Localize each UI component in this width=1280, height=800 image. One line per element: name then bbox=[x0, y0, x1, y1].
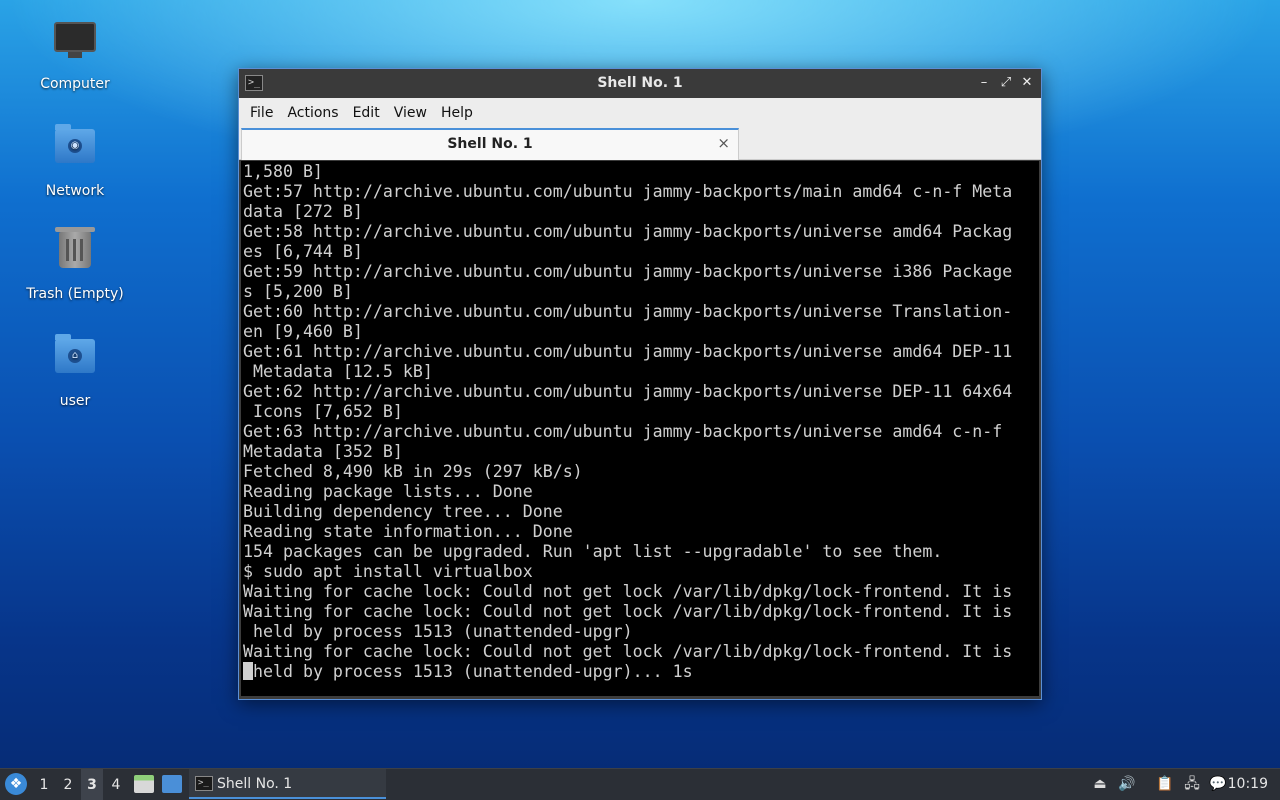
terminal-last-line: held by process 1513 (unattended-upgr)..… bbox=[253, 662, 693, 681]
tab-shell-1[interactable]: Shell No. 1 × bbox=[241, 128, 739, 160]
tab-label: Shell No. 1 bbox=[447, 136, 533, 152]
minimize-button[interactable]: – bbox=[976, 74, 992, 92]
tab-bar: Shell No. 1 × bbox=[239, 128, 1041, 160]
maximize-button[interactable]: ⤢ bbox=[998, 74, 1014, 92]
network-folder-icon: ◉ bbox=[51, 124, 99, 177]
desktop-icon-computer[interactable]: Computer bbox=[15, 16, 135, 92]
workspace-4[interactable]: 4 bbox=[105, 769, 127, 800]
menu-help[interactable]: Help bbox=[434, 105, 480, 121]
terminal-window: >_ Shell No. 1 – ⤢ ✕ File Actions Edit V… bbox=[238, 68, 1042, 700]
menu-file[interactable]: File bbox=[243, 105, 280, 121]
desktop-icon-trash[interactable]: Trash (Empty) bbox=[15, 226, 135, 302]
terminal-current-line: held by process 1513 (unattended-upgr)..… bbox=[243, 662, 1039, 682]
tray-arrow-icon[interactable]: ⏏ bbox=[1090, 774, 1110, 794]
menu-view[interactable]: View bbox=[387, 105, 434, 121]
menu-actions[interactable]: Actions bbox=[280, 105, 345, 121]
desktop-icon-user[interactable]: ⌂ user bbox=[15, 331, 135, 409]
taskbar-task-shell[interactable]: >_ Shell No. 1 bbox=[189, 769, 386, 799]
workspace-1[interactable]: 1 bbox=[33, 769, 55, 800]
computer-icon bbox=[51, 22, 99, 70]
volume-icon[interactable]: 🔊 bbox=[1117, 774, 1137, 794]
file-manager-icon[interactable] bbox=[134, 775, 154, 793]
terminal-cursor bbox=[243, 662, 253, 680]
menu-edit[interactable]: Edit bbox=[346, 105, 387, 121]
tab-close-icon[interactable]: × bbox=[717, 134, 730, 152]
home-folder-icon: ⌂ bbox=[51, 334, 99, 387]
trash-icon bbox=[51, 227, 99, 280]
window-title: Shell No. 1 bbox=[597, 75, 683, 91]
clipboard-icon[interactable]: 📋 bbox=[1155, 774, 1175, 794]
window-titlebar[interactable]: >_ Shell No. 1 – ⤢ ✕ bbox=[239, 69, 1041, 98]
desktop-icon-network[interactable]: ◉ Network bbox=[15, 121, 135, 199]
clock[interactable]: 10:19 bbox=[1228, 776, 1268, 792]
desktop-icon-label: Computer bbox=[40, 76, 110, 92]
taskbar: ❖ 1 2 3 4 >_ Shell No. 1 ⏏ 🔊 📋 🖧 💬 10:19 bbox=[0, 768, 1280, 800]
task-label: Shell No. 1 bbox=[217, 776, 293, 792]
terminal-icon: >_ bbox=[195, 776, 213, 791]
network-icon[interactable]: 🖧 bbox=[1182, 774, 1202, 794]
terminal-text: 1,580 B] Get:57 http://archive.ubuntu.co… bbox=[243, 162, 1013, 661]
workspace-3[interactable]: 3 bbox=[81, 769, 103, 800]
desktop-icon-label: Network bbox=[45, 183, 105, 199]
desktop-icon-label: user bbox=[59, 393, 91, 409]
close-button[interactable]: ✕ bbox=[1019, 74, 1035, 92]
workspace-2[interactable]: 2 bbox=[57, 769, 79, 800]
start-menu-icon[interactable]: ❖ bbox=[5, 773, 27, 795]
notification-icon[interactable]: 💬 bbox=[1208, 774, 1228, 794]
show-desktop-icon[interactable] bbox=[162, 775, 182, 793]
desktop-icon-label: Trash (Empty) bbox=[26, 286, 124, 302]
menubar: File Actions Edit View Help bbox=[239, 98, 1041, 128]
terminal-output[interactable]: 1,580 B] Get:57 http://archive.ubuntu.co… bbox=[241, 161, 1039, 696]
